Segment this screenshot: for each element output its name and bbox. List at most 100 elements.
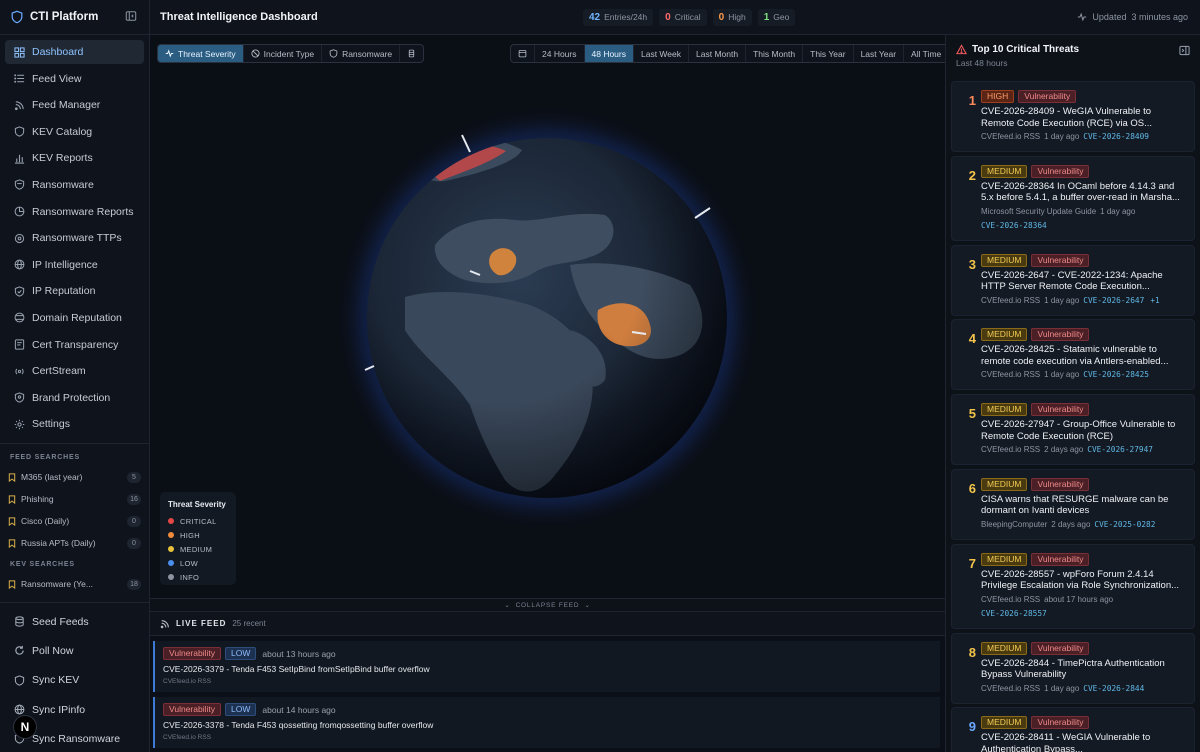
threat-rank: 4 xyxy=(968,331,976,347)
feed-item[interactable]: Vulnerability LOW about 14 hours ago CVE-20… xyxy=(153,697,940,748)
sidebar: CTI Platform Dashboard Feed View Feed Mana… xyxy=(0,0,150,752)
sidebar-item-kev-reports[interactable]: KEV Reports xyxy=(5,146,144,170)
sidebar-item-settings[interactable]: Settings xyxy=(5,412,144,436)
saved-search-item[interactable]: Phishing 16 xyxy=(0,488,149,510)
sidebar-item-ip-intelligence[interactable]: IP Intelligence xyxy=(5,253,144,277)
saved-search-item[interactable]: Ransomware (Ye... 18 xyxy=(0,573,149,595)
cve-link[interactable]: CVE-2026-28425 xyxy=(1083,370,1149,379)
threat-card[interactable]: 9 MEDIUM Vulnerability CVE-2026-28411 - WeG… xyxy=(951,707,1195,752)
saved-search-label: Ransomware (Ye... xyxy=(21,579,93,590)
stat-value: 0 xyxy=(718,11,725,23)
threat-card[interactable]: 3 MEDIUM Vulnerability CVE-2026-2647 - CVE-… xyxy=(951,244,1195,316)
range-this-month[interactable]: This Month xyxy=(746,45,804,62)
map-mode-toggle: Threat Severity Incident Type Ransomware xyxy=(157,44,425,63)
type-badge: Vulnerability xyxy=(1031,716,1090,730)
cve-link[interactable]: CVE-2026-28409 xyxy=(1083,132,1149,141)
threat-rank: 2 xyxy=(968,167,976,183)
mode-incident-type[interactable]: Incident Type xyxy=(244,45,323,62)
range-48-hours[interactable]: 48 Hours xyxy=(584,45,634,62)
bookmark-icon xyxy=(8,495,16,504)
sidebar-item-dashboard[interactable]: Dashboard xyxy=(5,40,144,64)
brand[interactable]: CTI Platform xyxy=(0,0,149,35)
threat-meta: Microsoft Security Update Guide 1 day ago xyxy=(981,207,1186,216)
saved-search-label: Phishing xyxy=(21,494,54,505)
cve-link[interactable]: CVE-2026-27947 xyxy=(1087,445,1153,454)
range-last-week[interactable]: Last Week xyxy=(634,45,690,62)
sidebar-item-ransomware-ttps[interactable]: Ransomware TTPs xyxy=(5,226,144,250)
shield-icon xyxy=(14,126,25,137)
collapse-feed-button[interactable]: ⌄ COLLAPSE FEED ⌄ xyxy=(150,598,945,612)
poll-now-button[interactable]: Poll Now xyxy=(5,636,145,665)
cve-link[interactable]: CVE-2026-2647 xyxy=(1083,296,1144,305)
sidebar-item-kev-catalog[interactable]: KEV Catalog xyxy=(5,120,144,144)
range-label: 24 Hours xyxy=(542,48,577,59)
globe-lock-icon xyxy=(14,312,25,323)
type-badge: Vulnerability xyxy=(1018,90,1077,103)
threat-card[interactable]: 6 MEDIUM Vulnerability CISA warns that RESU… xyxy=(951,468,1195,540)
severity-badge: MEDIUM xyxy=(981,328,1028,342)
sidebar-item-label: Feed Manager xyxy=(32,99,101,112)
cve-link[interactable]: CVE-2025-0282 xyxy=(1094,520,1155,529)
cve-link[interactable]: CVE-2026-28557 xyxy=(981,609,1047,618)
threat-rank: 6 xyxy=(968,480,976,496)
threat-tags: MEDIUM Vulnerability xyxy=(981,328,1186,342)
type-badge: Vulnerability xyxy=(1031,328,1090,342)
sidebar-item-label: Cert Transparency xyxy=(32,338,119,351)
sidebar-item-cert-transparency[interactable]: Cert Transparency xyxy=(5,333,144,357)
globe-svg[interactable] xyxy=(150,35,945,598)
time-range-toggle: 24 Hours 48 Hours Last Week Last Month This … xyxy=(510,44,945,63)
cve-link[interactable]: CVE-2026-28364 xyxy=(981,221,1047,230)
range-last-year[interactable]: Last Year xyxy=(854,45,905,62)
layers-button[interactable] xyxy=(400,45,423,62)
sidebar-item-certstream[interactable]: CertStream xyxy=(5,359,144,383)
chevron-down-icon: ⌄ xyxy=(584,602,591,609)
threat-card[interactable]: 5 MEDIUM Vulnerability CVE-2026-27947 - Gro… xyxy=(951,394,1195,466)
range-this-year[interactable]: This Year xyxy=(803,45,854,62)
collapse-panel-icon[interactable] xyxy=(1179,45,1190,56)
sidebar-item-ransomware[interactable]: Ransomware xyxy=(5,173,144,197)
more-cves-badge[interactable]: +1 xyxy=(1150,296,1159,305)
range-all-time[interactable]: All Time xyxy=(904,45,945,62)
sidebar-item-ip-reputation[interactable]: IP Reputation xyxy=(5,279,144,303)
sidebar-item-label: Domain Reputation xyxy=(32,311,122,324)
cve-link[interactable]: CVE-2026-2844 xyxy=(1083,684,1144,693)
legend-dot xyxy=(168,546,174,552)
sidebar-item-label: KEV Reports xyxy=(32,152,93,165)
mode-threat-severity[interactable]: Threat Severity xyxy=(158,45,244,62)
threat-card[interactable]: 4 MEDIUM Vulnerability CVE-2026-28425 - Sta… xyxy=(951,319,1195,391)
threat-card[interactable]: 7 MEDIUM Vulnerability CVE-2026-28557 - wpF… xyxy=(951,543,1195,629)
sidebar-item-ransomware-reports[interactable]: Ransomware Reports xyxy=(5,200,144,224)
stat-label: Critical xyxy=(674,12,701,22)
threat-rank: 7 xyxy=(968,555,976,571)
threat-meta: CVEfeed.io RSS 2 days ago CVE-2026-27947 xyxy=(981,445,1186,454)
range-last-month[interactable]: Last Month xyxy=(689,45,747,62)
top-threats-title: Top 10 Critical Threats xyxy=(972,44,1080,55)
sync-kev-button[interactable]: Sync KEV xyxy=(5,666,145,695)
legend-label: INFO xyxy=(180,572,200,582)
stat-high: 0 High xyxy=(712,8,752,26)
saved-search-item[interactable]: M365 (last year) 5 xyxy=(0,466,149,488)
threat-card[interactable]: 2 MEDIUM Vulnerability CVE-2026-28364 In OC… xyxy=(951,155,1195,241)
n-badge-button[interactable]: N xyxy=(13,715,37,739)
threat-globe[interactable] xyxy=(150,35,945,598)
sidebar-item-domain-reputation[interactable]: Domain Reputation xyxy=(5,306,144,330)
calendar-button[interactable] xyxy=(511,45,535,62)
top-threats-subtitle: Last 48 hours xyxy=(956,58,1008,68)
threat-card[interactable]: 1 HIGH Vulnerability CVE-2026-28409 - WeGIA… xyxy=(951,81,1195,152)
top-header: Threat Intelligence Dashboard 42 Entries/… xyxy=(150,0,1200,35)
feed-item[interactable]: Vulnerability LOW about 13 hours ago CVE-20… xyxy=(153,641,940,692)
saved-search-item[interactable]: Cisco (Daily) 0 xyxy=(0,510,149,532)
legend-dot xyxy=(168,532,174,538)
feed-item-tags: Vulnerability LOW about 14 hours ago xyxy=(163,703,932,716)
mode-ransomware[interactable]: Ransomware xyxy=(322,45,401,62)
top-threats-header: Top 10 Critical Threats Last 48 hours xyxy=(946,35,1200,75)
sidebar-item-feed-view[interactable]: Feed View xyxy=(5,67,144,91)
threat-card[interactable]: 8 MEDIUM Vulnerability CVE-2026-2844 - Time… xyxy=(951,632,1195,704)
sidebar-item-brand-protection[interactable]: Brand Protection xyxy=(5,386,144,410)
saved-search-item[interactable]: Russia APTs (Daily) 0 xyxy=(0,532,149,554)
collapse-feed-label: COLLAPSE FEED xyxy=(515,601,580,609)
range-24-hours[interactable]: 24 Hours xyxy=(535,45,585,62)
collapse-sidebar-icon[interactable] xyxy=(125,10,139,24)
sidebar-item-feed-manager[interactable]: Feed Manager xyxy=(5,93,144,117)
seed-feeds-button[interactable]: Seed Feeds xyxy=(5,607,145,636)
